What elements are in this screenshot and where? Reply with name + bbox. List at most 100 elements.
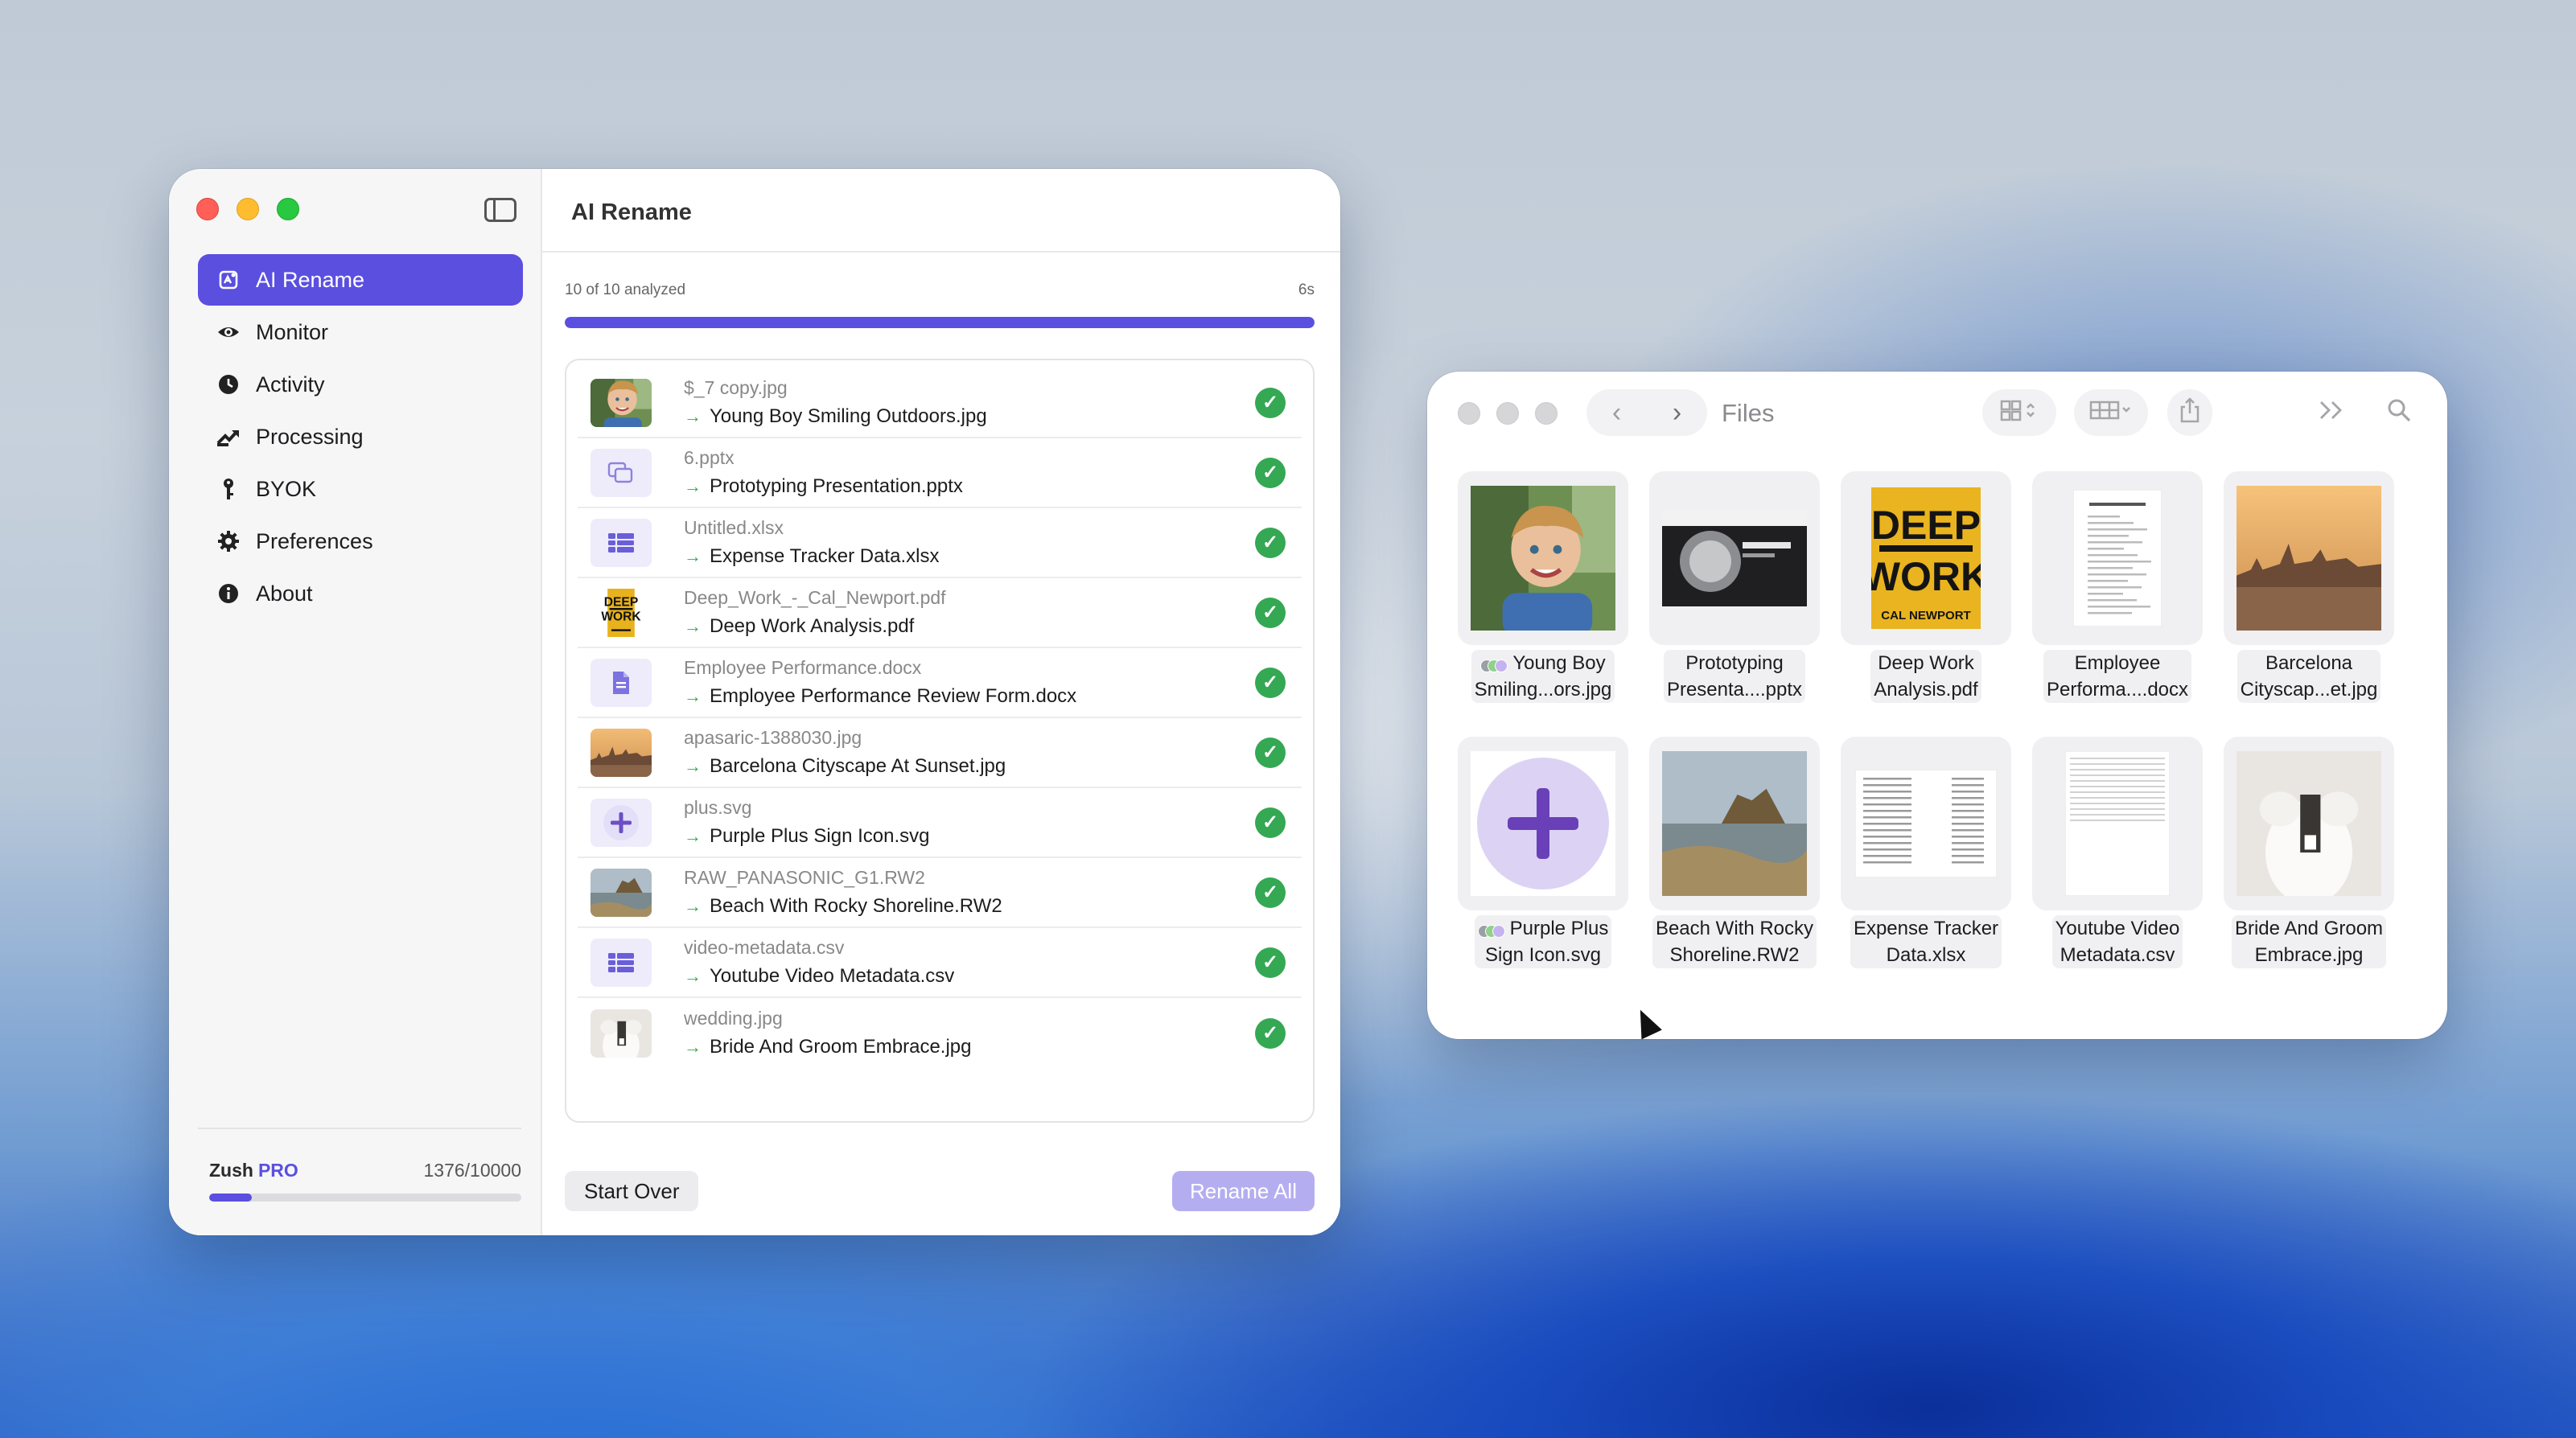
zoom-button[interactable] bbox=[1535, 402, 1558, 425]
suggested-filename: → Young Boy Smiling Outdoors.jpg bbox=[684, 405, 987, 427]
checkmark-icon: ✓ bbox=[1255, 667, 1286, 698]
file-row[interactable]: $_7 copy.jpg → Young Boy Smiling Outdoors… bbox=[578, 368, 1302, 438]
analysis-progress-bar bbox=[565, 317, 1315, 328]
file-row[interactable]: 6.pptx → Prototyping Presentation.pptx ✓ bbox=[578, 438, 1302, 508]
file-row[interactable]: wedding.jpg → Bride And Groom Embrace.jpg… bbox=[578, 998, 1302, 1068]
clock-icon bbox=[216, 372, 241, 397]
view-mode-button[interactable] bbox=[1982, 389, 2056, 436]
back-chevron-icon[interactable]: ‹ bbox=[1612, 397, 1621, 429]
sidebar-item-label: Activity bbox=[256, 372, 325, 396]
file-names: Deep_Work_-_Cal_Newport.pdf → Deep Work A… bbox=[684, 584, 1255, 642]
file-tile[interactable]: Beach With Rocky Shoreline.RW2 bbox=[1640, 737, 1829, 968]
processing-icon bbox=[216, 424, 241, 450]
svg-text:DEEP: DEEP bbox=[1871, 503, 1981, 548]
rename-all-button[interactable]: Rename All bbox=[1172, 1171, 1315, 1211]
sidebar-item-about[interactable]: About bbox=[198, 568, 523, 619]
arrow-right-icon: → bbox=[684, 1036, 702, 1057]
close-button[interactable] bbox=[196, 198, 219, 220]
gear-icon bbox=[216, 528, 241, 554]
file-tile[interactable]: Barcelona Cityscap...et.jpg bbox=[2214, 471, 2404, 703]
sidebar-item-byok[interactable]: BYOK bbox=[198, 463, 523, 515]
file-names: RAW_PANASONIC_G1.RW2 → Beach With Rocky S… bbox=[684, 864, 1255, 922]
analysis-progress-fill bbox=[565, 317, 1315, 328]
suggested-filename: → Employee Performance Review Form.docx bbox=[684, 684, 1077, 707]
sidebar-item-preferences[interactable]: Preferences bbox=[198, 516, 523, 567]
file-thumbnail: DEEP WORK bbox=[591, 588, 652, 637]
original-filename: plus.svg bbox=[684, 796, 752, 818]
suggested-filename: → Expense Tracker Data.xlsx bbox=[684, 544, 940, 567]
file-tile[interactable]: Youtube Video Metadata.csv bbox=[2023, 737, 2212, 968]
share-button[interactable] bbox=[2167, 389, 2212, 436]
sidebar-item-label: AI Rename bbox=[256, 267, 365, 292]
zoom-button[interactable] bbox=[277, 198, 299, 220]
file-tile[interactable]: Employee Performa....docx bbox=[2023, 471, 2212, 703]
sidebar-item-activity[interactable]: Activity bbox=[198, 359, 523, 410]
suggested-filename: → Deep Work Analysis.pdf bbox=[684, 614, 915, 637]
file-preview bbox=[2032, 737, 2203, 910]
file-names: 6.pptx → Prototyping Presentation.pptx bbox=[684, 444, 1255, 502]
sidebar-item-processing[interactable]: Processing bbox=[198, 411, 523, 462]
checkmark-icon: ✓ bbox=[1255, 947, 1286, 978]
file-names: Employee Performance.docx → Employee Perf… bbox=[684, 654, 1255, 712]
start-over-button[interactable]: Start Over bbox=[565, 1171, 699, 1211]
sidebar-item-label: Preferences bbox=[256, 528, 373, 553]
file-preview bbox=[1649, 737, 1820, 910]
arrow-right-icon: → bbox=[684, 475, 702, 496]
file-row[interactable]: DEEP WORK Deep_Work_-_Cal_Newport.pdf → De… bbox=[578, 578, 1302, 648]
file-tile[interactable]: Young Boy Smiling...ors.jpg bbox=[1448, 471, 1638, 703]
original-filename: apasaric-1388030.jpg bbox=[684, 726, 862, 748]
file-tile[interactable]: Bride And Groom Embrace.jpg bbox=[2214, 737, 2404, 968]
sidebar-item-ai-rename[interactable]: AI Rename bbox=[198, 254, 523, 306]
file-tile[interactable]: Purple Plus Sign Icon.svg bbox=[1448, 737, 1638, 968]
plan-label: Zush PRO bbox=[209, 1160, 298, 1181]
arrow-right-icon: → bbox=[684, 405, 702, 426]
file-row[interactable]: video-metadata.csv → Youtube Video Metada… bbox=[578, 928, 1302, 998]
file-row[interactable]: plus.svg → Purple Plus Sign Icon.svg ✓ bbox=[578, 788, 1302, 858]
search-button[interactable] bbox=[2376, 389, 2422, 436]
original-filename: Untitled.xlsx bbox=[684, 516, 784, 538]
file-preview bbox=[2032, 471, 2203, 645]
window-controls bbox=[196, 198, 299, 220]
forward-chevron-icon[interactable]: › bbox=[1673, 397, 1681, 429]
file-tile[interactable]: Expense Tracker Data.xlsx bbox=[1831, 737, 2021, 968]
file-row[interactable]: RAW_PANASONIC_G1.RW2 → Beach With Rocky S… bbox=[578, 858, 1302, 928]
file-row[interactable]: apasaric-1388030.jpg → Barcelona Cityscap… bbox=[578, 718, 1302, 788]
file-preview bbox=[1649, 471, 1820, 645]
sidebar-nav: AI Rename Monitor Activity Processing BY… bbox=[198, 254, 523, 620]
tag-dots-icon bbox=[1477, 923, 1505, 938]
suggested-filename: → Bride And Groom Embrace.jpg bbox=[684, 1035, 972, 1058]
group-by-button[interactable] bbox=[2074, 389, 2148, 436]
file-tile[interactable]: DEEP WORK CAL NEWPORT Deep Work Analysis.p… bbox=[1831, 471, 2021, 703]
file-row[interactable]: Employee Performance.docx → Employee Perf… bbox=[578, 648, 1302, 718]
file-preview: DEEP WORK CAL NEWPORT bbox=[1841, 471, 2011, 645]
file-label: Youtube Video Metadata.csv bbox=[2051, 915, 2183, 968]
sidebar-item-label: About bbox=[256, 581, 313, 606]
file-label: Barcelona Cityscap...et.jpg bbox=[2237, 650, 2381, 703]
minimize-button[interactable] bbox=[237, 198, 259, 220]
file-names: video-metadata.csv → Youtube Video Metada… bbox=[684, 934, 1255, 992]
ai-rename-icon bbox=[216, 267, 241, 293]
checkmark-icon: ✓ bbox=[1255, 457, 1286, 488]
checkmark-icon: ✓ bbox=[1255, 1017, 1286, 1049]
file-label: Prototyping Presenta....pptx bbox=[1663, 650, 1806, 703]
file-row[interactable]: Untitled.xlsx → Expense Tracker Data.xlsx… bbox=[578, 508, 1302, 578]
more-toolbar-button[interactable] bbox=[2309, 389, 2354, 436]
checkmark-icon: ✓ bbox=[1255, 597, 1286, 628]
arrow-right-icon: → bbox=[684, 545, 702, 566]
key-icon bbox=[216, 476, 241, 502]
original-filename: $_7 copy.jpg bbox=[684, 376, 788, 398]
navigation-buttons: ‹ › bbox=[1586, 389, 1707, 436]
checkmark-icon: ✓ bbox=[1255, 877, 1286, 908]
close-button[interactable] bbox=[1458, 402, 1480, 425]
sidebar-item-monitor[interactable]: Monitor bbox=[198, 306, 523, 358]
svg-text:CAL NEWPORT: CAL NEWPORT bbox=[1881, 609, 1970, 622]
file-names: wedding.jpg → Bride And Groom Embrace.jpg bbox=[684, 1005, 1255, 1062]
rename-list: $_7 copy.jpg → Young Boy Smiling Outdoors… bbox=[565, 359, 1315, 1123]
sidebar: AI Rename Monitor Activity Processing BY… bbox=[169, 169, 542, 1235]
sidebar-toggle-icon[interactable] bbox=[484, 198, 516, 222]
files-window: ‹ › Files Young Boy Smiling...ors.jpg Pr… bbox=[1427, 372, 2447, 1039]
file-label: Deep Work Analysis.pdf bbox=[1870, 650, 1981, 703]
file-tile[interactable]: Prototyping Presenta....pptx bbox=[1640, 471, 1829, 703]
minimize-button[interactable] bbox=[1496, 402, 1519, 425]
share-icon bbox=[2179, 396, 2201, 429]
